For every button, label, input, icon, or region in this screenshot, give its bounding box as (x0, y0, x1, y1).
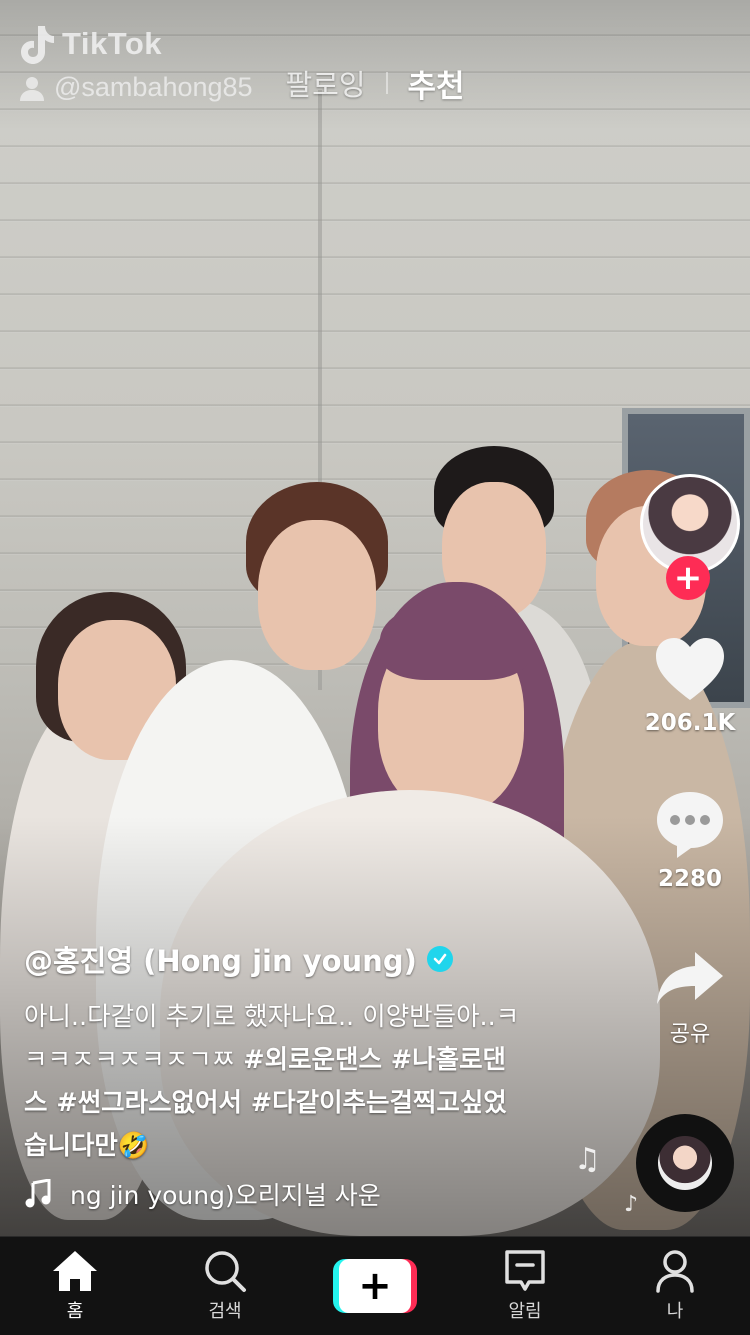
music-note-icon (25, 1179, 51, 1208)
nav-home-label: 홈 (66, 1301, 84, 1322)
nav-search[interactable]: 검색 (150, 1237, 300, 1335)
profile-icon (656, 1250, 694, 1293)
music-disc[interactable] (636, 1114, 734, 1212)
hashtag-link[interactable]: 습니다만 (24, 1131, 118, 1161)
rofl-emoji-icon: 🤣 (117, 1131, 150, 1161)
tiktok-brand-text: TikTok (62, 26, 163, 61)
post-caption: @홍진영 (Hong jin young) 아니..다같이 추기로 했자나요..… (24, 938, 584, 1168)
like-button[interactable]: 206.1K (640, 634, 740, 736)
nav-create[interactable]: + (300, 1237, 450, 1335)
nav-search-label: 검색 (208, 1301, 242, 1322)
author-row[interactable]: @홍진영 (Hong jin young) (24, 938, 584, 980)
author-name[interactable]: @홍진영 (Hong jin young) (24, 938, 417, 980)
description-line-2-text: ㅋㅋㅈㅋㅈㅋㅈㄱㅉ (24, 1045, 244, 1075)
share-arrow-icon (657, 952, 723, 1004)
tab-for-you[interactable]: 추천 (388, 61, 485, 106)
nav-inbox-label: 알림 (508, 1301, 542, 1322)
music-title: ng jin young)오리지널 사운 (70, 1181, 381, 1210)
nav-inbox[interactable]: 알림 (450, 1237, 600, 1335)
share-label: 공유 (669, 1022, 711, 1047)
comment-button[interactable]: 2280 (640, 788, 740, 892)
create-plus-icon: + (333, 1259, 417, 1313)
hashtag-link[interactable]: 스 #썬그라스없어서 #다같이추는걸찍고싶었 (24, 1088, 507, 1118)
inbox-icon (505, 1250, 545, 1291)
post-description[interactable]: 아니..다같이 추기로 했자나요.. 이양반들아..ㅋ ㅋㅋㅈㅋㅈㅋㅈㄱㅉ #외… (24, 996, 584, 1168)
disc-avatar (658, 1136, 712, 1190)
description-line-1: 아니..다같이 추기로 했자나요.. 이양반들아..ㅋ (24, 1002, 520, 1032)
music-row[interactable]: ng jin young)오리지널 사운 (24, 1176, 430, 1212)
bottom-navigation: 홈 검색 + 알림 나 (0, 1236, 750, 1335)
nav-profile[interactable]: 나 (600, 1237, 750, 1335)
like-count: 206.1K (644, 710, 736, 736)
search-icon (205, 1251, 246, 1292)
follow-button[interactable]: + (666, 556, 710, 600)
floating-note-icon: ♪ (624, 1192, 639, 1217)
heart-icon (656, 638, 724, 700)
feed-tabs: 팔로잉 추천 (0, 60, 750, 106)
share-button[interactable]: 공유 (640, 948, 740, 1048)
comment-count: 2280 (657, 866, 722, 892)
comment-icon (657, 792, 723, 858)
hashtag-link[interactable]: #외로운댄스 #나홀로댄 (243, 1045, 506, 1075)
nav-profile-label: 나 (666, 1301, 684, 1322)
floating-note-icon: ♫ (574, 1142, 601, 1177)
verified-badge-icon (426, 946, 453, 972)
home-icon (53, 1251, 97, 1291)
tab-following[interactable]: 팔로잉 (265, 62, 385, 104)
nav-home[interactable]: 홈 (0, 1237, 150, 1335)
